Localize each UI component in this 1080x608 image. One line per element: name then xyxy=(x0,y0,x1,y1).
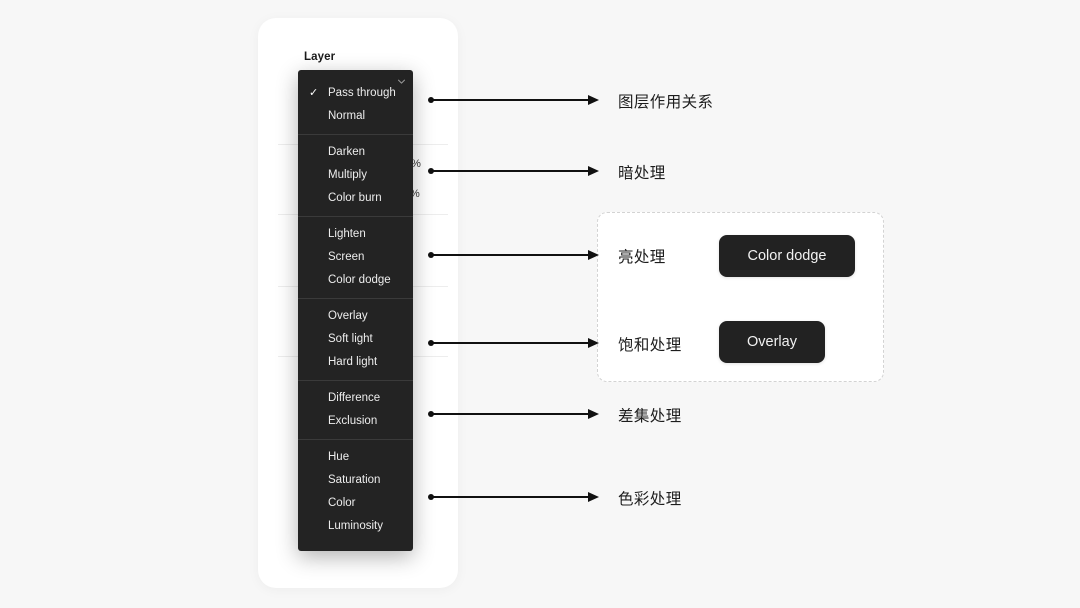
menu-item-label: Lighten xyxy=(328,228,366,240)
menu-item-hue[interactable]: Hue xyxy=(298,446,413,469)
menu-item-label: Overlay xyxy=(328,310,368,322)
menu-item-label: Saturation xyxy=(328,474,381,486)
arrow-head-icon xyxy=(588,166,599,176)
arrow-head-icon xyxy=(588,409,599,419)
menu-item-saturation[interactable]: Saturation xyxy=(298,469,413,492)
menu-item-overlay[interactable]: Overlay xyxy=(298,305,413,328)
menu-item-screen[interactable]: Screen xyxy=(298,246,413,269)
menu-item-exclusion[interactable]: Exclusion xyxy=(298,410,413,433)
menu-group: Difference Exclusion xyxy=(298,380,413,439)
arrow-head-icon xyxy=(588,250,599,260)
pill-label: Color dodge xyxy=(747,248,827,264)
leader-line xyxy=(428,248,600,262)
menu-item-luminosity[interactable]: Luminosity xyxy=(298,515,413,538)
menu-item-darken[interactable]: Darken xyxy=(298,141,413,164)
arrow-head-icon xyxy=(588,95,599,105)
pill-label: Overlay xyxy=(747,334,797,350)
annotation-label-difference-group: 差集处理 xyxy=(618,408,682,425)
menu-item-color-dodge[interactable]: Color dodge xyxy=(298,269,413,292)
menu-item-label: Exclusion xyxy=(328,415,378,427)
menu-item-label: Normal xyxy=(328,110,366,122)
leader-line xyxy=(428,407,600,421)
leader-stem xyxy=(432,254,590,256)
menu-group: ✓ Pass through Normal xyxy=(298,76,413,134)
menu-item-multiply[interactable]: Multiply xyxy=(298,164,413,187)
leader-stem xyxy=(432,342,590,344)
menu-item-hard-light[interactable]: Hard light xyxy=(298,351,413,374)
menu-item-lighten[interactable]: Lighten xyxy=(298,223,413,246)
arrow-head-icon xyxy=(588,492,599,502)
leader-stem xyxy=(432,496,590,498)
menu-item-label: Color burn xyxy=(328,192,382,204)
menu-group: Hue Saturation Color Luminosity xyxy=(298,439,413,544)
menu-item-label: Luminosity xyxy=(328,520,383,532)
menu-item-color-burn[interactable]: Color burn xyxy=(298,187,413,210)
menu-group: Lighten Screen Color dodge xyxy=(298,216,413,298)
menu-item-label: Soft light xyxy=(328,333,373,345)
annotation-label-layer-relation: 图层作用关系 xyxy=(618,94,714,111)
pill-overlay[interactable]: Overlay xyxy=(719,321,825,363)
menu-item-label: Difference xyxy=(328,392,381,404)
leader-stem xyxy=(432,413,590,415)
menu-item-pass-through[interactable]: ✓ Pass through xyxy=(298,82,413,105)
menu-item-label: Color xyxy=(328,497,356,509)
annotation-label-saturation-group: 饱和处理 xyxy=(618,337,682,354)
menu-group: Darken Multiply Color burn xyxy=(298,134,413,216)
menu-item-label: Darken xyxy=(328,146,366,158)
leader-line xyxy=(428,490,600,504)
panel-title: Layer xyxy=(304,51,336,63)
arrow-head-icon xyxy=(588,338,599,348)
leader-line xyxy=(428,336,600,350)
menu-group: Overlay Soft light Hard light xyxy=(298,298,413,380)
menu-item-label: Pass through xyxy=(328,87,396,99)
leader-stem xyxy=(432,99,590,101)
leader-line xyxy=(428,93,600,107)
menu-item-label: Multiply xyxy=(328,169,367,181)
leader-stem xyxy=(432,170,590,172)
menu-item-soft-light[interactable]: Soft light xyxy=(298,328,413,351)
menu-item-label: Hue xyxy=(328,451,350,463)
blend-mode-dropdown[interactable]: ✓ Pass through Normal Darken Multiply Co… xyxy=(298,70,413,551)
menu-item-label: Color dodge xyxy=(328,274,391,286)
menu-item-difference[interactable]: Difference xyxy=(298,387,413,410)
leader-line xyxy=(428,164,600,178)
check-icon: ✓ xyxy=(309,87,319,99)
menu-item-normal[interactable]: Normal xyxy=(298,105,413,128)
annotation-label-color-group: 色彩处理 xyxy=(618,491,682,508)
menu-item-color[interactable]: Color xyxy=(298,492,413,515)
menu-item-label: Hard light xyxy=(328,356,378,368)
pill-color-dodge[interactable]: Color dodge xyxy=(719,235,855,277)
annotation-label-lighten-group: 亮处理 xyxy=(618,249,666,266)
menu-item-label: Screen xyxy=(328,251,365,263)
annotation-label-darken-group: 暗处理 xyxy=(618,165,666,182)
